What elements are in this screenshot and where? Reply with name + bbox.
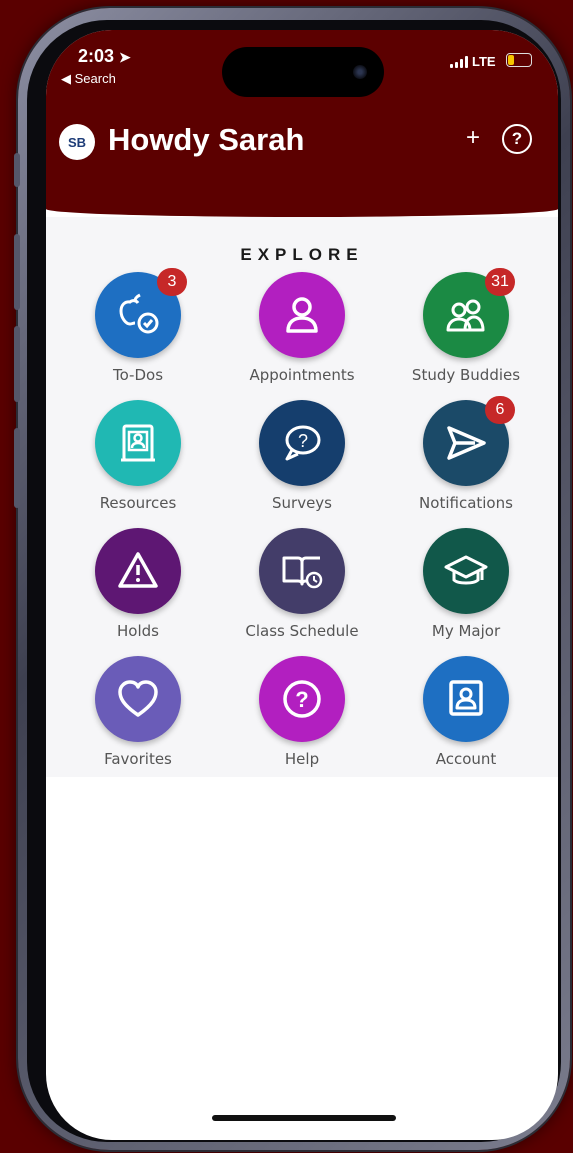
my-major-button[interactable] (423, 528, 509, 614)
account-card-icon (449, 680, 483, 716)
class-schedule-button[interactable] (259, 528, 345, 614)
side-button-left (14, 428, 20, 508)
section-title: EXPLORE (240, 245, 364, 264)
help-button[interactable]: ? (259, 656, 345, 742)
signal-status: LTE (450, 54, 496, 69)
signal-bars-icon (450, 55, 468, 68)
tile-label: Study Buddies (411, 366, 521, 384)
question-circle-icon: ? (283, 680, 321, 718)
tile-my-major[interactable]: My Major (381, 528, 551, 640)
contact-card-icon (121, 424, 155, 462)
tile-notifications[interactable]: 6 Notifications (381, 396, 551, 512)
volume-up-button (14, 234, 20, 310)
tile-label: Surveys (272, 494, 332, 512)
heart-icon (118, 680, 158, 717)
resources-button[interactable] (95, 400, 181, 486)
surveys-button[interactable]: ? (259, 400, 345, 486)
tile-label: Favorites (104, 750, 172, 768)
add-button[interactable]: + (458, 124, 488, 152)
tile-label: Holds (117, 622, 159, 640)
back-to-search-link[interactable]: ◀ Search (61, 71, 116, 87)
tile-label: My Major (431, 622, 501, 640)
to-dos-button[interactable]: 3 (95, 268, 187, 358)
screen: 2:03 ➤ ◀ Search LTE SB Howdy Sarah + ? E… (46, 30, 558, 1140)
favorites-button[interactable] (95, 656, 181, 742)
tile-label: Class Schedule (245, 622, 359, 640)
tile-class-schedule[interactable]: Class Schedule (217, 528, 387, 640)
count-badge: 6 (485, 396, 515, 424)
battery-icon (506, 53, 532, 67)
notifications-button[interactable]: 6 (423, 396, 515, 486)
count-badge: 3 (157, 268, 187, 296)
tile-resources[interactable]: Resources (53, 400, 223, 512)
tile-label: Help (284, 750, 320, 768)
person-icon (286, 297, 318, 333)
network-type: LTE (472, 54, 496, 69)
count-badge: 31 (485, 268, 515, 296)
graduation-cap-icon (444, 555, 488, 585)
tile-account[interactable]: Account (381, 656, 551, 768)
appointments-button[interactable] (259, 272, 345, 358)
home-indicator[interactable] (212, 1115, 396, 1121)
group-icon (446, 299, 485, 332)
tile-appointments[interactable]: Appointments (217, 272, 387, 384)
location-arrow-icon: ➤ (119, 49, 131, 65)
tile-label: To-Dos (112, 366, 164, 384)
mute-switch (14, 153, 20, 187)
camera-icon (353, 65, 367, 79)
apple-check-icon (119, 293, 159, 334)
avatar[interactable]: SB (59, 124, 95, 160)
help-button[interactable]: ? (502, 124, 532, 154)
study-buddies-button[interactable]: 31 (423, 268, 515, 358)
svg-text:?: ? (295, 687, 308, 712)
tile-help[interactable]: ? Help (217, 656, 387, 768)
svg-text:?: ? (298, 431, 308, 451)
status-time: 2:03 ➤ (78, 46, 131, 66)
volume-down-button (14, 326, 20, 402)
paper-plane-icon (447, 426, 486, 460)
tile-holds[interactable]: Holds (53, 528, 223, 640)
tile-study-buddies[interactable]: 31 Study Buddies (381, 268, 551, 384)
tile-label: Notifications (419, 494, 513, 512)
holds-button[interactable] (95, 528, 181, 614)
page-title: Howdy Sarah (108, 122, 305, 157)
tile-label: Resources (99, 494, 177, 512)
book-clock-icon (282, 556, 323, 589)
tile-surveys[interactable]: ? Surveys (217, 400, 387, 512)
account-button[interactable] (423, 656, 509, 742)
tile-label: Appointments (249, 366, 355, 384)
tile-to-dos[interactable]: 3 To-Dos (53, 268, 223, 384)
tile-label: Account (435, 750, 497, 768)
warning-icon (118, 552, 158, 588)
tile-favorites[interactable]: Favorites (53, 656, 223, 768)
question-bubble-icon: ? (285, 425, 321, 461)
